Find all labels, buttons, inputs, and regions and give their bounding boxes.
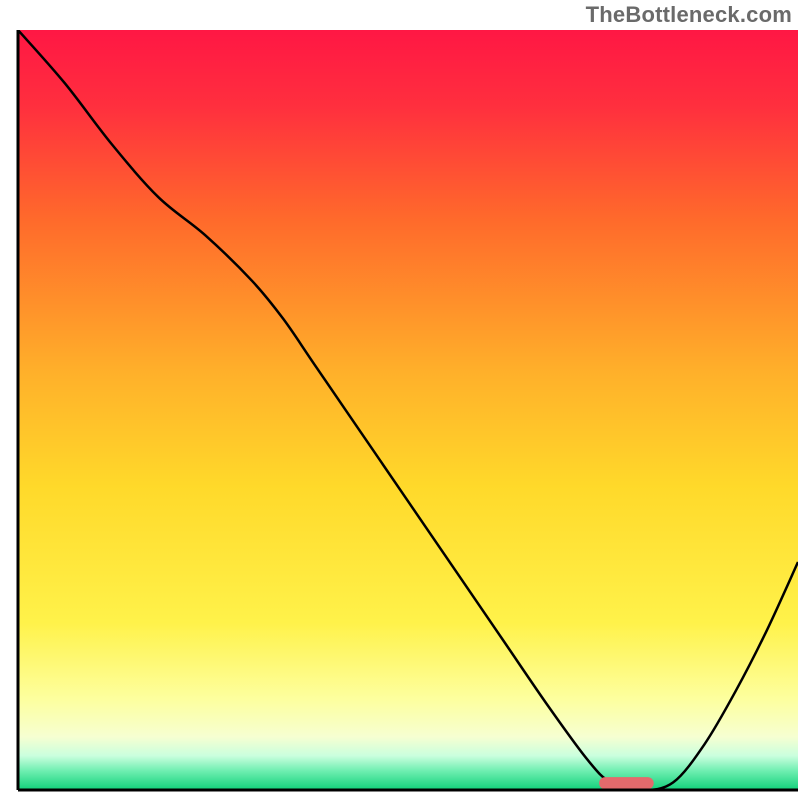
bottleneck-chart <box>0 0 800 800</box>
plot-area <box>18 30 798 790</box>
chart-container: TheBottleneck.com <box>0 0 800 800</box>
gradient-background <box>18 30 798 790</box>
watermark-text: TheBottleneck.com <box>586 2 792 28</box>
optimal-range-marker <box>599 777 654 789</box>
